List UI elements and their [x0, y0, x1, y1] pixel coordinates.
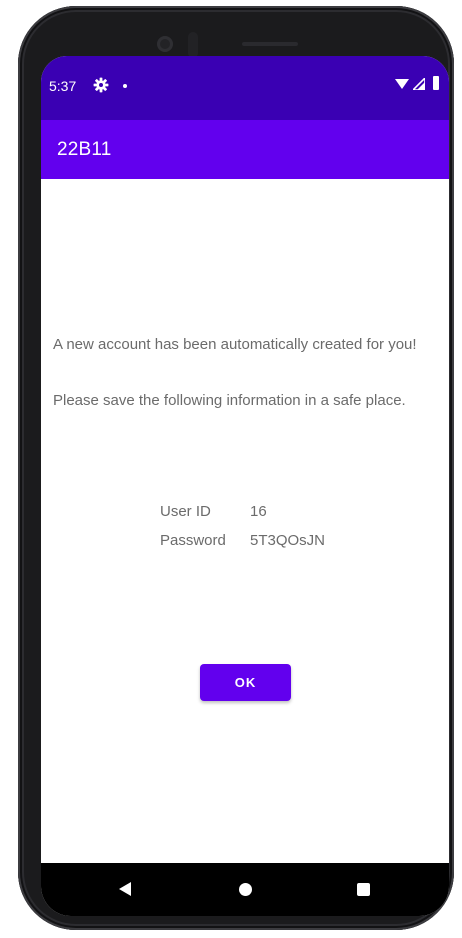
home-icon[interactable] — [239, 883, 252, 896]
status-bar: 5:37 — [41, 56, 449, 120]
earpiece-speaker — [242, 42, 298, 46]
app-bar: 22B11 — [41, 120, 449, 179]
app-title: 22B11 — [57, 139, 112, 160]
phone-screen: 5:37 22B11 A new account has been automa… — [41, 56, 449, 916]
proximity-sensor — [188, 32, 198, 58]
recents-icon[interactable] — [357, 883, 370, 896]
user-id-value: 16 — [250, 503, 267, 520]
ok-button[interactable]: OK — [200, 664, 291, 701]
gear-icon — [93, 77, 109, 93]
password-row: Password 5T3QOsJN — [160, 532, 325, 549]
account-created-message: A new account has been automatically cre… — [53, 336, 417, 353]
notification-dot-icon — [123, 84, 127, 88]
account-created-content: A new account has been automatically cre… — [41, 179, 449, 863]
front-camera — [157, 36, 173, 52]
status-time: 5:37 — [49, 78, 77, 94]
password-label: Password — [160, 532, 226, 549]
password-value: 5T3QOsJN — [250, 532, 326, 549]
battery-icon — [433, 76, 439, 90]
navigation-bar — [41, 863, 449, 916]
save-info-message: Please save the following information in… — [53, 392, 406, 409]
user-id-row: User ID 16 — [160, 503, 267, 520]
wifi-icon — [395, 79, 409, 89]
signal-icon — [413, 78, 425, 90]
user-id-label: User ID — [160, 503, 211, 520]
back-icon[interactable] — [119, 882, 131, 896]
